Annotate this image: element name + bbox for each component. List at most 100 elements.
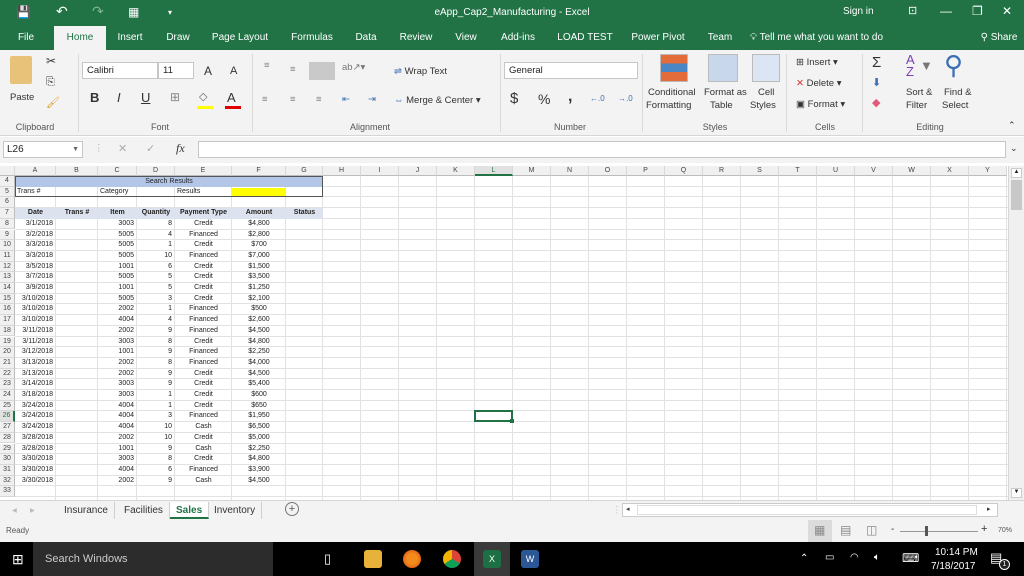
tab-file[interactable]: File: [8, 26, 44, 50]
table-cell[interactable]: Credit: [175, 283, 232, 294]
confirm-entry-icon[interactable]: ✓: [146, 142, 155, 155]
table-cell[interactable]: $600: [232, 390, 286, 401]
tab-data[interactable]: Data: [350, 26, 382, 50]
table-cell[interactable]: 4004: [98, 315, 137, 326]
decrease-decimal-button[interactable]: →.0: [618, 94, 633, 103]
table-cell[interactable]: [286, 230, 323, 241]
table-cell[interactable]: 1001: [98, 283, 137, 294]
table-cell[interactable]: $1,950: [232, 411, 286, 422]
column-header-h[interactable]: H: [323, 166, 361, 176]
table-cell[interactable]: Credit: [175, 272, 232, 283]
wrap-text-button[interactable]: ⇌ Wrap Text: [394, 66, 447, 77]
table-cell[interactable]: $2,100: [232, 294, 286, 305]
table-cell[interactable]: $4,000: [232, 358, 286, 369]
scroll-right-icon[interactable]: ▸: [987, 505, 991, 513]
table-cell[interactable]: 5: [137, 272, 175, 283]
fill-icon[interactable]: ⬇: [872, 76, 881, 89]
table-cell[interactable]: [286, 476, 323, 487]
table-cell[interactable]: Financed: [175, 358, 232, 369]
font-size-select[interactable]: 11: [158, 62, 194, 79]
table-cell[interactable]: 5005: [98, 272, 137, 283]
table-cell[interactable]: 1001: [98, 444, 137, 455]
table-cell[interactable]: [56, 476, 98, 487]
row-header-21[interactable]: 21: [0, 357, 15, 369]
next-sheet-icon[interactable]: ▸: [30, 505, 35, 516]
trans-number-input[interactable]: [56, 187, 98, 198]
table-cell[interactable]: 3003: [98, 454, 137, 465]
windows-start-icon[interactable]: ⊞: [12, 551, 24, 568]
table-cell[interactable]: Cash: [175, 422, 232, 433]
currency-button[interactable]: $: [510, 90, 518, 107]
zoom-level[interactable]: 70%: [998, 527, 1012, 534]
row-header-20[interactable]: 20: [0, 347, 15, 358]
comma-button[interactable]: ,: [568, 88, 572, 106]
name-box[interactable]: L26 ▼: [3, 141, 83, 158]
table-cell[interactable]: [56, 272, 98, 283]
table-cell[interactable]: [286, 326, 323, 337]
page-break-view-icon[interactable]: ◫: [866, 523, 877, 537]
find-select-button[interactable]: Find &: [944, 87, 971, 98]
table-cell[interactable]: 3003: [98, 337, 137, 348]
prev-sheet-icon[interactable]: ◂: [12, 505, 17, 516]
table-cell[interactable]: [56, 411, 98, 422]
column-header-b[interactable]: B: [56, 166, 98, 176]
table-cell[interactable]: $2,250: [232, 347, 286, 358]
table-cell[interactable]: [56, 422, 98, 433]
column-header-v[interactable]: V: [855, 166, 893, 176]
chevron-down-icon[interactable]: ▼: [72, 142, 79, 157]
table-cell[interactable]: [286, 347, 323, 358]
table-cell[interactable]: 3/9/2018: [15, 283, 56, 294]
paste-icon[interactable]: [10, 56, 32, 84]
table-cell[interactable]: 3/18/2018: [15, 390, 56, 401]
font-name-select[interactable]: Calibri: [82, 62, 158, 79]
table-cell[interactable]: [286, 262, 323, 273]
cut-icon[interactable]: ✂: [46, 54, 56, 68]
table-cell[interactable]: 3/13/2018: [15, 369, 56, 380]
row-header-11[interactable]: 11: [0, 250, 15, 262]
table-cell[interactable]: 6: [137, 262, 175, 273]
table-cell[interactable]: 5: [137, 283, 175, 294]
table-cell[interactable]: Cash: [175, 444, 232, 455]
sheet-tab-insurance[interactable]: Insurance: [58, 502, 115, 519]
table-cell[interactable]: 2002: [98, 326, 137, 337]
sort-filter-button[interactable]: Sort &: [906, 87, 932, 98]
table-cell[interactable]: [56, 358, 98, 369]
table-cell[interactable]: [286, 219, 323, 230]
table-cell[interactable]: [56, 379, 98, 390]
row-header-28[interactable]: 28: [0, 432, 15, 444]
column-header-q[interactable]: Q: [665, 166, 703, 176]
tab-load-test[interactable]: LOAD TEST: [556, 26, 614, 50]
align-right-icon[interactable]: ≡: [316, 94, 322, 105]
active-cell-selection[interactable]: [474, 410, 513, 423]
copy-icon[interactable]: ⎘: [46, 76, 55, 89]
tab-insert[interactable]: Insert: [110, 26, 150, 50]
file-explorer-icon[interactable]: [364, 550, 382, 568]
format-as-table-button-line2[interactable]: Table: [710, 100, 733, 111]
table-cell[interactable]: [56, 294, 98, 305]
row-header-14[interactable]: 14: [0, 283, 15, 294]
font-color-button[interactable]: A: [227, 90, 236, 105]
table-cell[interactable]: [286, 369, 323, 380]
table-cell[interactable]: [56, 337, 98, 348]
row-header-13[interactable]: 13: [0, 272, 15, 283]
table-cell[interactable]: 10: [137, 422, 175, 433]
row-header-29[interactable]: 29: [0, 443, 15, 455]
table-cell[interactable]: 3/3/2018: [15, 240, 56, 251]
table-cell[interactable]: Credit: [175, 219, 232, 230]
row-header-9[interactable]: 9: [0, 229, 15, 241]
battery-icon[interactable]: ▭: [825, 552, 834, 563]
table-cell[interactable]: [56, 230, 98, 241]
column-header-u[interactable]: U: [817, 166, 855, 176]
table-cell[interactable]: $2,600: [232, 315, 286, 326]
table-cell[interactable]: [286, 358, 323, 369]
table-cell[interactable]: 8: [137, 454, 175, 465]
row-header-22[interactable]: 22: [0, 368, 15, 380]
table-cell[interactable]: 3/5/2018: [15, 262, 56, 273]
middle-align-icon[interactable]: ≡: [290, 64, 296, 75]
column-header-i[interactable]: I: [361, 166, 399, 176]
table-cell[interactable]: 8: [137, 358, 175, 369]
table-cell[interactable]: 3/30/2018: [15, 454, 56, 465]
word-icon[interactable]: W: [521, 550, 539, 568]
row-header-16[interactable]: 16: [0, 304, 15, 316]
clock-date[interactable]: 7/18/2017: [931, 561, 976, 572]
